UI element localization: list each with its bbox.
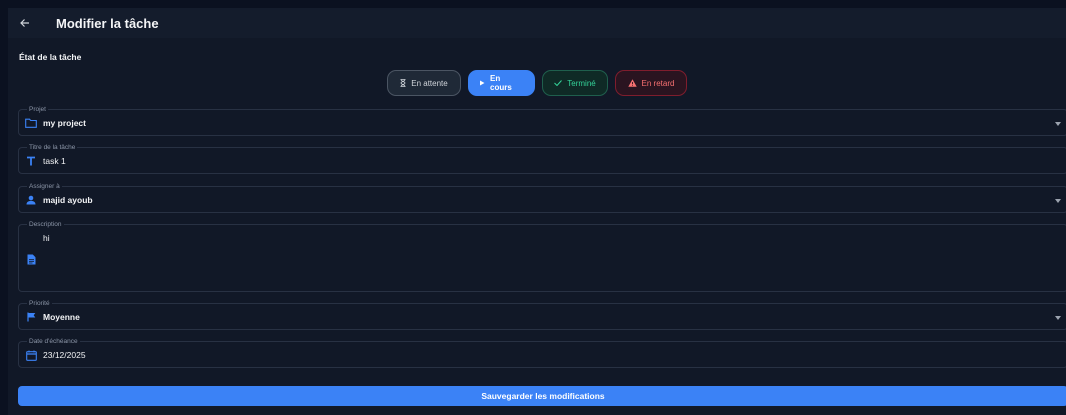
calendar-icon[interactable] bbox=[25, 349, 37, 361]
status-chip-en-retard[interactable]: En retard bbox=[615, 70, 687, 96]
project-label: Projet bbox=[27, 105, 48, 114]
task-title-value: task 1 bbox=[43, 156, 66, 166]
project-select[interactable]: Projet my project bbox=[18, 105, 1066, 136]
due-date-label: Date d'échéance bbox=[27, 337, 80, 346]
chip-label: Terminé bbox=[567, 78, 596, 88]
status-chip-termine[interactable]: Terminé bbox=[542, 70, 608, 96]
folder-icon bbox=[25, 117, 37, 129]
status-chip-group: En attente En cours Terminé En retard bbox=[8, 70, 1066, 96]
assignee-value: majid ayoub bbox=[43, 195, 93, 205]
text-icon bbox=[25, 155, 37, 167]
back-arrow-icon[interactable] bbox=[20, 16, 34, 30]
flag-icon bbox=[25, 311, 37, 323]
app-bar: Modifier la tâche bbox=[8, 8, 1066, 38]
save-button[interactable]: Sauvegarder les modifications bbox=[18, 386, 1066, 406]
priority-value: Moyenne bbox=[43, 312, 80, 322]
warning-icon bbox=[627, 79, 637, 87]
page-title: Modifier la tâche bbox=[56, 15, 159, 31]
status-chip-en-cours[interactable]: En cours bbox=[468, 70, 535, 96]
chip-label: En retard bbox=[641, 78, 675, 88]
priority-select[interactable]: Priorité Moyenne bbox=[18, 299, 1066, 330]
project-value: my project bbox=[43, 118, 86, 128]
dropdown-arrow-icon bbox=[1055, 199, 1061, 203]
chip-label: En attente bbox=[411, 78, 448, 88]
description-label: Description bbox=[27, 220, 64, 229]
priority-label: Priorité bbox=[27, 299, 52, 308]
description-value: hi bbox=[43, 233, 50, 243]
check-icon bbox=[554, 80, 563, 86]
play-icon bbox=[479, 80, 485, 86]
status-section-label: État de la tâche bbox=[19, 52, 82, 62]
dropdown-arrow-icon bbox=[1055, 122, 1061, 126]
assignee-label: Assigner à bbox=[27, 182, 62, 191]
chip-label: En cours bbox=[490, 74, 512, 92]
due-date-value: 23/12/2025 bbox=[43, 350, 86, 360]
hourglass-icon bbox=[400, 79, 406, 87]
due-date-field[interactable]: Date d'échéance 23/12/2025 bbox=[18, 337, 1066, 368]
person-icon bbox=[25, 194, 37, 206]
description-field[interactable]: Description hi bbox=[18, 220, 1066, 292]
dropdown-arrow-icon bbox=[1055, 316, 1061, 320]
status-chip-en-attente[interactable]: En attente bbox=[387, 70, 461, 96]
task-title-label: Titre de la tâche bbox=[27, 143, 78, 152]
task-title-field[interactable]: Titre de la tâche task 1 bbox=[18, 143, 1066, 174]
edit-task-form: État de la tâche En attente En cours Ter… bbox=[8, 38, 1066, 415]
document-icon bbox=[25, 253, 37, 265]
assignee-select[interactable]: Assigner à majid ayoub bbox=[18, 182, 1066, 213]
